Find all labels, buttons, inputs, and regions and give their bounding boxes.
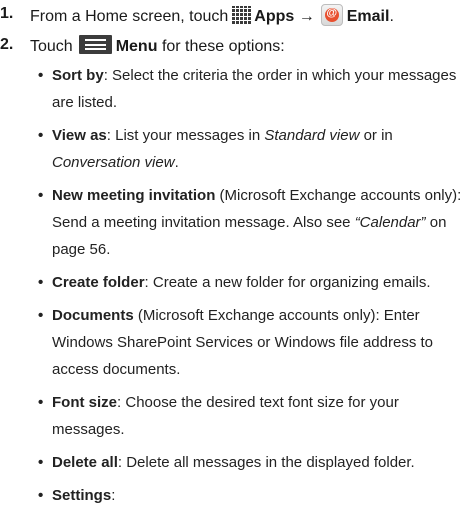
list-item-view-as: View as: List your messages in Standard … xyxy=(38,122,468,176)
option-name: Create folder xyxy=(52,274,145,291)
step-number: 1. xyxy=(0,5,14,22)
step-text: Touch Menu for these options: xyxy=(30,35,285,57)
option-name: View as xyxy=(52,127,107,144)
option-description: Create a new folder for organizing email… xyxy=(152,274,431,291)
step-number: 2. xyxy=(0,36,14,53)
option-italic-text: Conversation view xyxy=(52,154,175,171)
option-description: List your messages in xyxy=(115,127,265,144)
option-name: Settings xyxy=(52,487,112,504)
menu-options-list: Sort by: Select the criteria the order i… xyxy=(38,62,468,515)
option-separator: : xyxy=(111,487,116,504)
option-description-end: . xyxy=(174,154,179,171)
option-separator: : xyxy=(103,67,113,84)
step-text-part: From a Home screen, touch xyxy=(30,8,229,25)
option-name: Font size xyxy=(52,394,118,411)
list-item-font-size: Font size: Choose the desired text font … xyxy=(38,389,468,443)
list-item-delete-all: Delete all: Delete all messages in the d… xyxy=(38,449,468,476)
arrow-symbol: → xyxy=(298,8,315,25)
step-text-part: Touch xyxy=(30,38,73,55)
option-name: New meeting invitation xyxy=(52,187,216,204)
option-separator: : xyxy=(144,274,153,291)
option-name: Sort by xyxy=(52,67,104,84)
list-item-new-meeting-invitation: New meeting invitation (Microsoft Exchan… xyxy=(38,182,468,263)
apps-grid-icon xyxy=(232,6,253,24)
option-italic-text: Standard view xyxy=(264,127,360,144)
option-separator: : xyxy=(106,127,116,144)
step-text: From a Home screen, touch Apps → Email. xyxy=(30,4,394,27)
option-name: Documents xyxy=(52,307,134,324)
email-app-icon xyxy=(320,4,343,26)
option-separator: : xyxy=(117,454,127,471)
list-item-settings: Settings: xyxy=(38,482,468,509)
option-name: Delete all xyxy=(52,454,118,471)
option-description: Select the criteria the order in which y… xyxy=(52,67,457,111)
menu-label: Menu xyxy=(115,38,158,55)
step-text-part: for these options: xyxy=(161,38,285,55)
list-item-create-folder: Create folder: Create a new folder for o… xyxy=(38,269,468,296)
list-item-sort-by: Sort by: Select the criteria the order i… xyxy=(38,62,468,116)
cross-reference-link: “Calendar” xyxy=(354,214,426,231)
apps-label: Apps xyxy=(254,8,295,25)
menu-key-icon xyxy=(78,35,112,54)
step-end: . xyxy=(389,8,394,25)
email-label: Email xyxy=(346,8,390,25)
list-item-documents: Documents (Microsoft Exchange accounts o… xyxy=(38,302,468,383)
option-description-cont: or in xyxy=(359,127,393,144)
option-description: Delete all messages in the displayed fol… xyxy=(126,454,415,471)
